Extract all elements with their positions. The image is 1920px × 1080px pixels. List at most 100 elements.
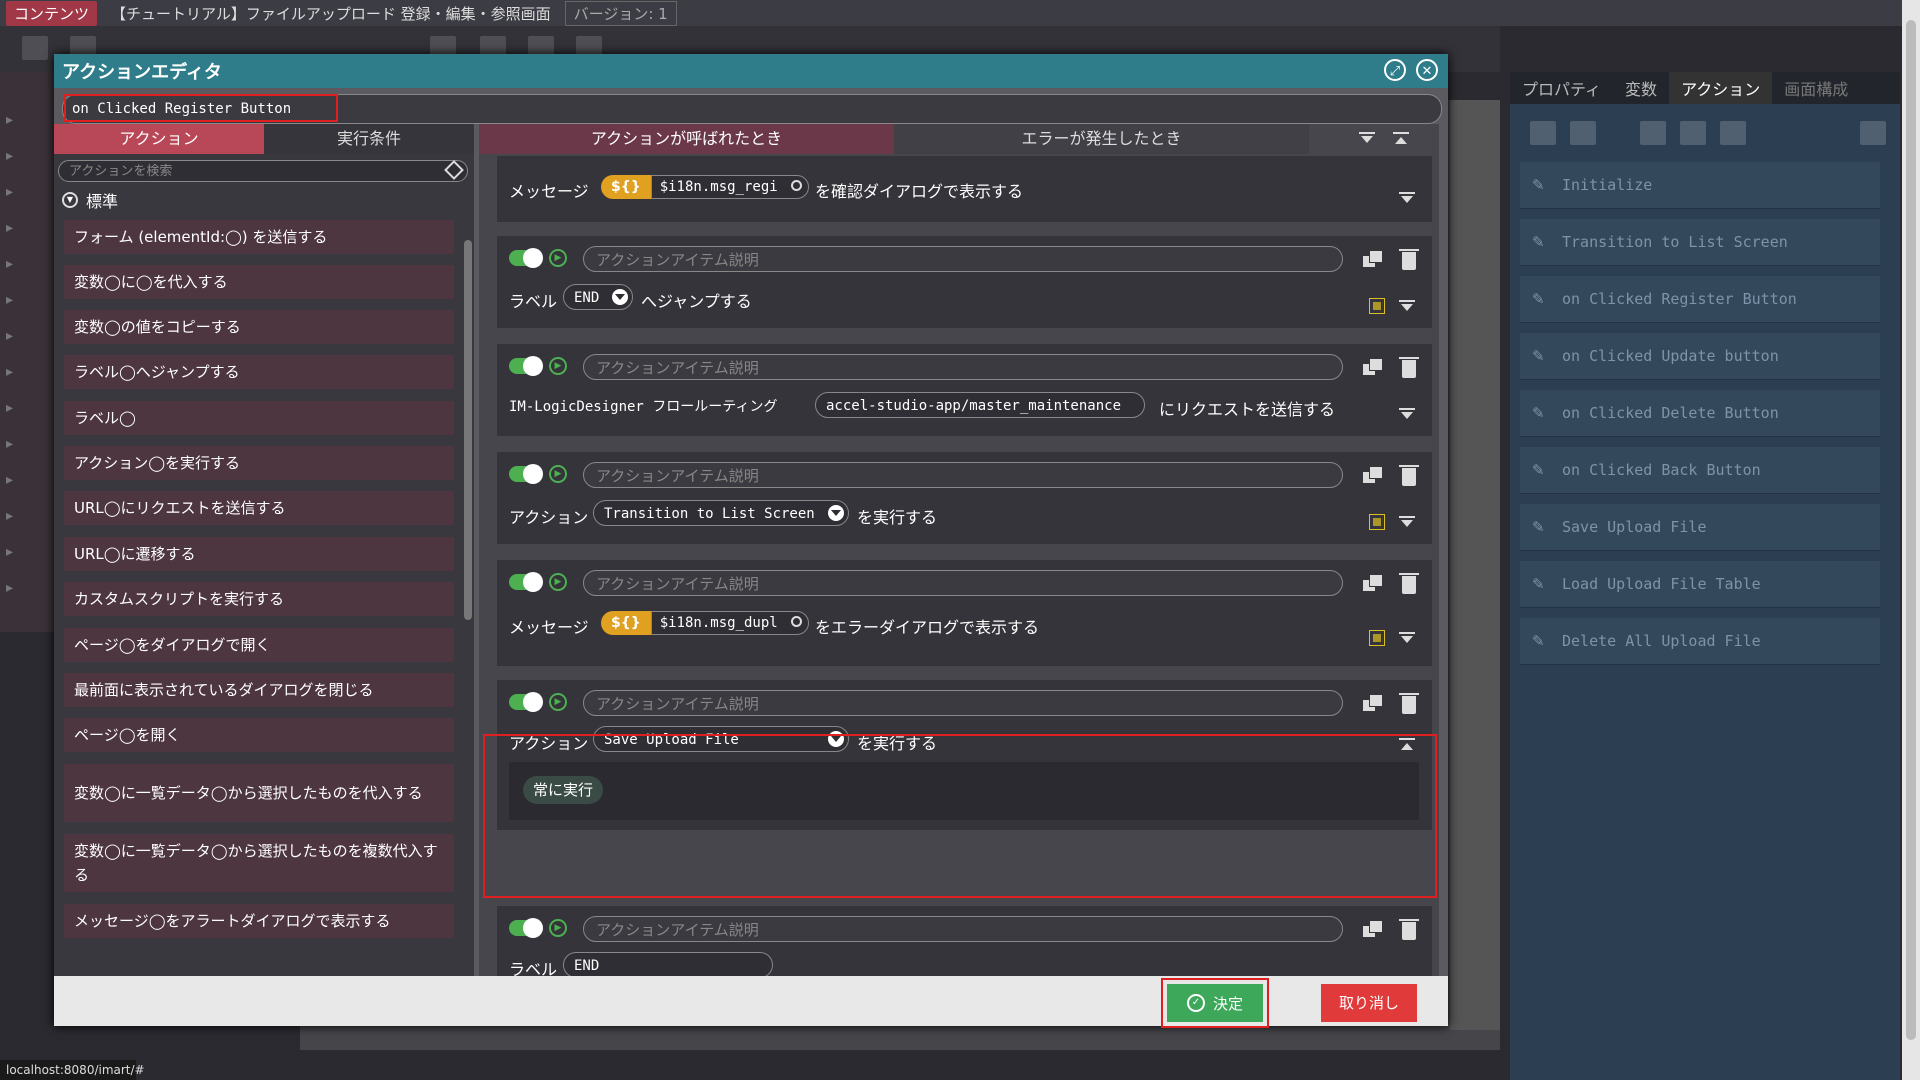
sidebar-item-icon[interactable]: ▸	[6, 328, 46, 346]
palette-item[interactable]: ページ◯をダイアログで開く	[64, 628, 454, 662]
tab-condition[interactable]: 実行条件	[264, 124, 474, 154]
sidebar-item-icon[interactable]: ▸	[6, 364, 46, 382]
copy-action-icon[interactable]	[1570, 121, 1596, 145]
trash-icon[interactable]	[1399, 249, 1419, 270]
copy-icon[interactable]	[1363, 358, 1383, 376]
palette-item[interactable]: 変数◯に一覧データ◯から選択したものを複数代入する	[64, 834, 454, 892]
expression-icon[interactable]	[1369, 630, 1385, 646]
label-name-input[interactable]: END	[563, 952, 773, 978]
palette-item[interactable]: URL◯にリクエストを送信する	[64, 491, 454, 525]
copy-icon[interactable]	[1363, 466, 1383, 484]
palette-item[interactable]: ラベル◯	[64, 401, 454, 435]
expand-icon[interactable]	[1399, 300, 1415, 314]
collapse-all-icon[interactable]	[1393, 132, 1409, 146]
trash-icon[interactable]	[1399, 465, 1419, 486]
palette-item[interactable]: 変数◯に一覧データ◯から選択したものを代入する	[64, 764, 454, 822]
palette-item[interactable]: ページ◯を開く	[64, 718, 454, 752]
sidebar-item-icon[interactable]: ▸	[6, 580, 46, 598]
trash-icon[interactable]	[1399, 693, 1419, 714]
expand-icon[interactable]	[1399, 516, 1415, 530]
import-icon[interactable]	[1680, 121, 1706, 145]
clear-search-icon[interactable]	[444, 160, 464, 180]
copy-icon[interactable]	[1363, 920, 1383, 938]
action-list-item[interactable]: ✎ on Clicked Delete Button	[1520, 390, 1880, 437]
sidebar-item-icon[interactable]: ▸	[6, 220, 46, 238]
action-search-input[interactable]: アクションを検索	[58, 160, 468, 182]
action-list-item[interactable]: ✎ on Clicked Back Button	[1520, 447, 1880, 494]
enable-toggle[interactable]	[509, 692, 543, 712]
description-input[interactable]: アクションアイテム説明	[583, 462, 1343, 488]
cancel-button[interactable]: 取り消し	[1321, 984, 1417, 1022]
sidebar-item-icon[interactable]: ▸	[6, 400, 46, 418]
palette-item[interactable]: メッセージ◯をアラートダイアログで表示する	[64, 904, 454, 938]
enable-toggle[interactable]	[509, 918, 543, 938]
scrollbar-thumb[interactable]	[1906, 20, 1916, 1040]
expression-icon[interactable]	[1369, 514, 1385, 530]
tab-action[interactable]: アクション	[54, 124, 264, 154]
sidebar-item-icon[interactable]: ▸	[6, 436, 46, 454]
action-list-item[interactable]: ✎ Delete All Upload File	[1520, 618, 1880, 665]
action-list-item[interactable]: ✎ Load Upload File Table	[1520, 561, 1880, 608]
version-badge[interactable]: バージョン: 1	[564, 0, 677, 26]
content-tag[interactable]: コンテンツ	[6, 0, 98, 26]
play-icon[interactable]: ▶	[549, 357, 567, 375]
sidebar-item-icon[interactable]: ▸	[6, 472, 46, 490]
tab-on-called[interactable]: アクションが呼ばれたとき	[479, 124, 894, 154]
add-action-icon[interactable]	[1530, 121, 1556, 145]
description-input[interactable]: アクションアイテム説明	[583, 916, 1343, 942]
sidebar-item-icon[interactable]: ▸	[6, 292, 46, 310]
palette-item[interactable]: ラベル◯へジャンプする	[64, 355, 454, 389]
palette-item[interactable]: カスタムスクリプトを実行する	[64, 582, 454, 616]
sidebar-item-icon[interactable]: ▸	[6, 256, 46, 274]
trash-icon[interactable]	[1399, 573, 1419, 594]
collapse-icon[interactable]: ▼	[62, 192, 78, 208]
expand-icon[interactable]	[1399, 408, 1415, 422]
tab-structure[interactable]: 画面構成	[1772, 72, 1860, 104]
expression-icon[interactable]	[1369, 298, 1385, 314]
search-icon[interactable]	[790, 180, 802, 191]
action-list-item[interactable]: ✎ Save Upload File	[1520, 504, 1880, 551]
export-icon[interactable]	[1640, 121, 1666, 145]
expand-icon[interactable]: ⤢	[1384, 59, 1406, 81]
expand-icon[interactable]	[1399, 632, 1415, 646]
tab-variables[interactable]: 変数	[1613, 72, 1669, 104]
action-list-item[interactable]: ✎ on Clicked Register Button	[1520, 276, 1880, 323]
layers-icon[interactable]	[22, 36, 48, 60]
description-input[interactable]: アクションアイテム説明	[583, 246, 1343, 272]
palette-item[interactable]: 最前面に表示されているダイアログを閉じる	[64, 673, 454, 707]
category-header[interactable]: ▼ 標準	[62, 188, 118, 212]
palette-item[interactable]: フォーム (elementId:◯) を送信する	[64, 220, 454, 254]
sidebar-item-icon[interactable]: ▸	[6, 544, 46, 562]
copy-icon[interactable]	[1363, 574, 1383, 592]
delete-icon[interactable]	[1860, 121, 1886, 145]
move-icon[interactable]	[1720, 121, 1746, 145]
sidebar-item-icon[interactable]: ▸	[6, 508, 46, 526]
play-icon[interactable]: ▶	[549, 573, 567, 591]
copy-icon[interactable]	[1363, 694, 1383, 712]
palette-item[interactable]: 変数◯の値をコピーする	[64, 310, 454, 344]
palette-item[interactable]: URL◯に遷移する	[64, 537, 454, 571]
action-name-input[interactable]: on Clicked Register Button	[64, 94, 338, 122]
palette-scrollbar[interactable]	[464, 240, 472, 620]
description-input[interactable]: アクションアイテム説明	[583, 570, 1343, 596]
tab-on-error[interactable]: エラーが発生したとき	[894, 124, 1309, 154]
play-icon[interactable]: ▶	[549, 249, 567, 267]
enable-toggle[interactable]	[509, 356, 543, 376]
search-icon[interactable]	[790, 616, 802, 627]
palette-item[interactable]: アクション◯を実行する	[64, 446, 454, 480]
tab-properties[interactable]: プロパティ	[1510, 72, 1613, 104]
expand-icon[interactable]	[1399, 192, 1415, 206]
trash-icon[interactable]	[1399, 357, 1419, 378]
play-icon[interactable]: ▶	[549, 693, 567, 711]
play-icon[interactable]: ▶	[549, 919, 567, 937]
tab-actions[interactable]: アクション	[1669, 72, 1773, 104]
description-input[interactable]: アクションアイテム説明	[583, 690, 1343, 716]
sidebar-item-icon[interactable]: ▸	[6, 148, 46, 166]
variable-chip[interactable]: ${} $i18n.msg_dupl	[601, 610, 809, 636]
action-list-item[interactable]: ✎ on Clicked Update button	[1520, 333, 1880, 380]
palette-item[interactable]: 変数◯に◯を代入する	[64, 265, 454, 299]
close-icon[interactable]: ✕	[1416, 59, 1438, 81]
sidebar-item-icon[interactable]: ▸	[6, 184, 46, 202]
action-list-item[interactable]: ✎ Initialize	[1520, 162, 1880, 209]
description-input[interactable]: アクションアイテム説明	[583, 354, 1343, 380]
